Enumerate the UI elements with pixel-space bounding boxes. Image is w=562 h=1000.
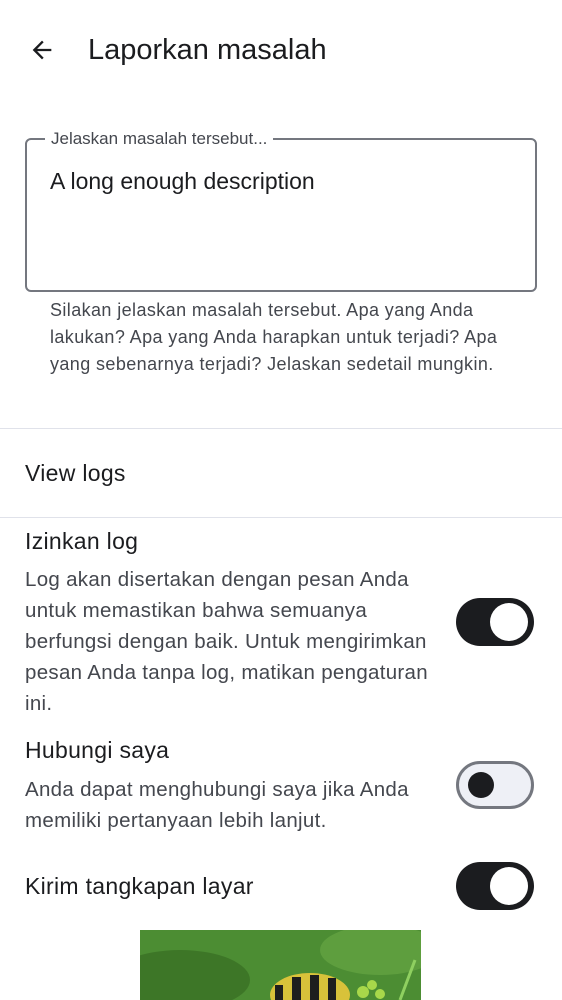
back-button[interactable]	[18, 26, 66, 74]
switch-thumb	[468, 772, 494, 798]
caterpillar-image	[140, 930, 421, 1000]
report-problem-screen: Laporkan masalah Jelaskan masalah terseb…	[0, 0, 562, 1000]
view-logs-button[interactable]: View logs	[0, 430, 562, 516]
description-help-text: Silakan jelaskan masalah tersebut. Apa y…	[50, 300, 498, 374]
allow-logs-switch[interactable]	[456, 598, 534, 646]
page-title: Laporkan masalah	[88, 34, 327, 66]
switch-thumb	[490, 867, 528, 905]
divider	[0, 517, 562, 518]
allow-logs-description: Log akan disertakan dengan pesan Anda un…	[25, 568, 428, 715]
switch-thumb	[490, 603, 528, 641]
contact-me-title: Hubungi saya	[25, 737, 170, 763]
description-field-label: Jelaskan masalah tersebut...	[45, 129, 274, 149]
send-screenshot-title: Kirim tangkapan layar	[25, 873, 254, 899]
send-screenshot-switch[interactable]	[456, 862, 534, 910]
description-field[interactable]: Jelaskan masalah tersebut... A long enou…	[25, 129, 537, 292]
screenshot-preview-image[interactable]	[140, 930, 421, 1000]
allow-logs-title: Izinkan log	[25, 528, 139, 554]
arrow-back-icon	[32, 40, 52, 60]
contact-me-description: Anda dapat menghubungi saya jika Anda me…	[25, 778, 409, 832]
contact-me-switch[interactable]	[456, 761, 534, 809]
description-input[interactable]: A long enough description	[50, 165, 515, 197]
top-app-bar: Laporkan masalah	[0, 0, 562, 100]
view-logs-label: View logs	[25, 459, 126, 486]
divider	[0, 428, 562, 429]
